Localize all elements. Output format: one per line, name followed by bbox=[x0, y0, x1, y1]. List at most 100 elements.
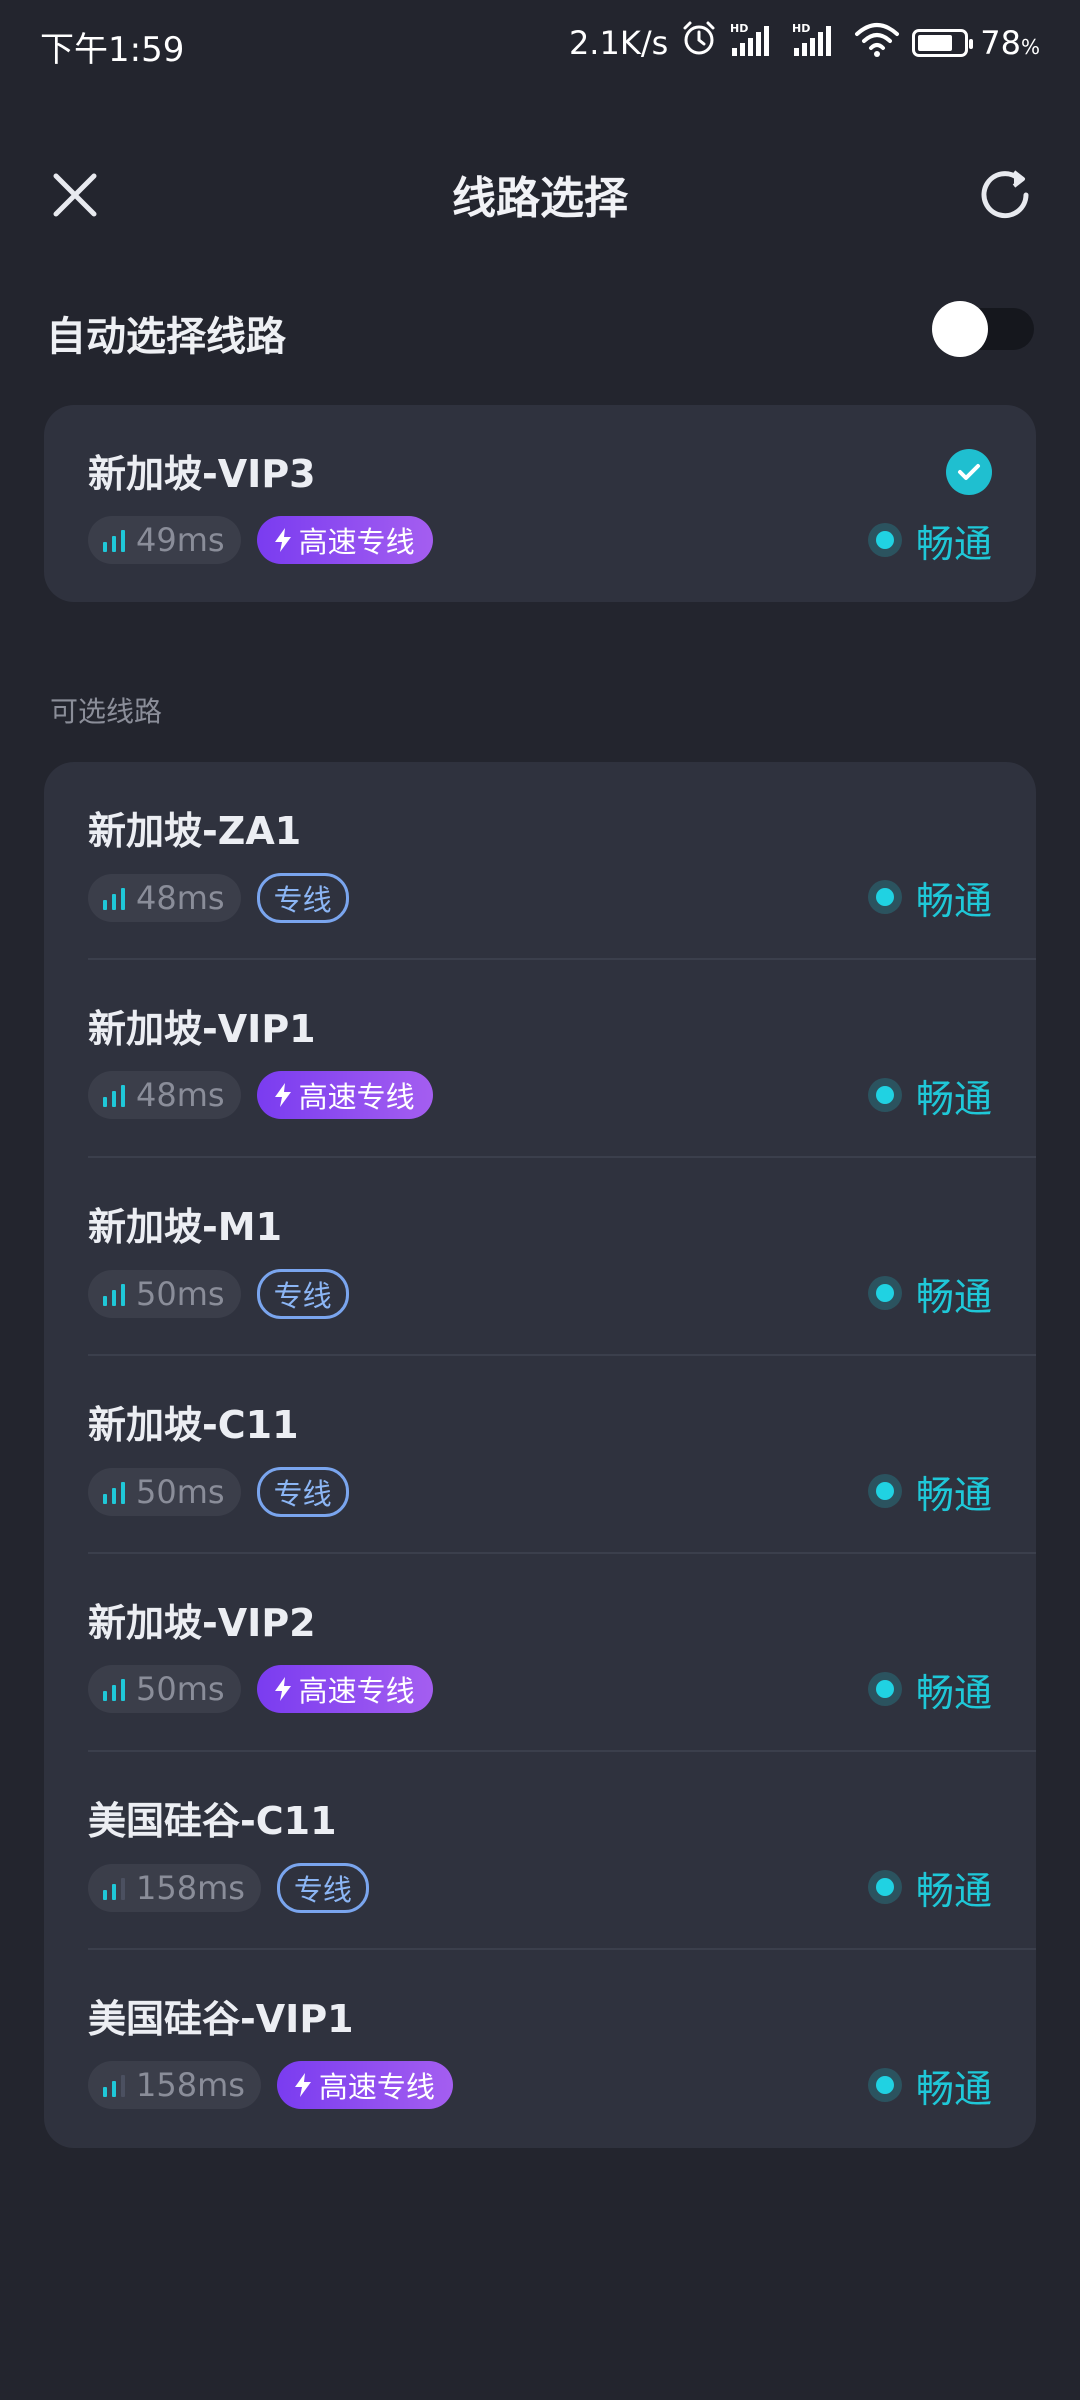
line-status: 畅通 bbox=[867, 1467, 992, 1517]
line-name: 美国硅谷-C11 bbox=[88, 1799, 337, 1843]
line-item[interactable]: 新加坡-ZA1 48ms 专线 畅通 bbox=[44, 762, 1036, 960]
line-name: 新加坡-ZA1 bbox=[88, 809, 302, 853]
line-item[interactable]: 新加坡-C11 50ms 专线 畅通 bbox=[44, 1356, 1036, 1554]
line-tag: 专线 bbox=[256, 873, 349, 923]
lightning-icon bbox=[274, 1083, 291, 1107]
latency-value: 48ms bbox=[136, 879, 225, 917]
status-time: 下午1:59 bbox=[40, 30, 185, 70]
tag-label: 高速专线 bbox=[298, 1674, 415, 1708]
status-dot-icon bbox=[867, 880, 902, 914]
lightning-icon bbox=[274, 528, 291, 552]
line-item[interactable]: 美国硅谷-C11 158ms 专线 畅通 bbox=[44, 1752, 1036, 1950]
wifi-icon bbox=[854, 20, 900, 66]
latency-value: 48ms bbox=[136, 1076, 225, 1114]
line-item[interactable]: 新加坡-VIP2 50ms 高速专线 畅通 bbox=[44, 1554, 1036, 1752]
signal-icon: HD bbox=[792, 20, 842, 66]
line-tag: 专线 bbox=[276, 1863, 369, 1913]
signal-bars-icon bbox=[103, 1878, 125, 1900]
status-label: 畅通 bbox=[915, 1670, 992, 1715]
status-dot-icon bbox=[867, 1870, 902, 1904]
status-label: 畅通 bbox=[915, 521, 992, 566]
current-line[interactable]: 新加坡-VIP3 49ms 高速专线 畅通 bbox=[44, 405, 1036, 602]
battery-level bbox=[918, 35, 953, 51]
line-status: 畅通 bbox=[867, 1269, 992, 1319]
page-title: 线路选择 bbox=[452, 173, 628, 224]
status-dot-icon bbox=[867, 1474, 902, 1508]
status-label: 畅通 bbox=[915, 2066, 992, 2111]
line-status: 畅通 bbox=[867, 1863, 992, 1913]
line-tag: 专线 bbox=[256, 1269, 349, 1319]
line-status: 畅通 bbox=[867, 2061, 992, 2111]
signal-bars-icon bbox=[103, 1085, 125, 1107]
battery-percent: 78% bbox=[980, 24, 1040, 62]
line-name: 新加坡-VIP1 bbox=[88, 1007, 316, 1051]
auto-select-label: 自动选择线路 bbox=[46, 314, 286, 360]
line-tag: 专线 bbox=[256, 1467, 349, 1517]
status-dot-icon bbox=[867, 1672, 902, 1706]
line-status: 畅通 bbox=[867, 516, 992, 566]
tag-label: 高速专线 bbox=[298, 1080, 415, 1114]
status-icons: 2.1K/s HD HD 78% bbox=[569, 20, 1040, 66]
battery-icon bbox=[912, 29, 974, 57]
line-status: 畅通 bbox=[867, 1071, 992, 1121]
line-status: 畅通 bbox=[867, 873, 992, 923]
latency-badge: 48ms bbox=[88, 874, 241, 922]
svg-text:HD: HD bbox=[730, 22, 748, 35]
line-meta: 50ms 专线 bbox=[88, 1467, 349, 1517]
latency-badge: 50ms bbox=[88, 1468, 241, 1516]
line-meta: 49ms 高速专线 bbox=[88, 516, 433, 564]
signal-bars-icon bbox=[103, 1284, 125, 1306]
latency-badge: 50ms bbox=[88, 1665, 241, 1713]
tag-label: 高速专线 bbox=[298, 525, 415, 559]
section-label: 可选线路 bbox=[50, 695, 163, 728]
status-label: 畅通 bbox=[915, 1274, 992, 1319]
latency-value: 50ms bbox=[136, 1670, 225, 1708]
tag-label: 高速专线 bbox=[318, 2070, 435, 2104]
line-name: 新加坡-VIP3 bbox=[88, 452, 316, 496]
line-meta: 158ms 高速专线 bbox=[88, 2061, 453, 2109]
line-name: 新加坡-C11 bbox=[88, 1403, 299, 1447]
signal-icon: HD bbox=[730, 20, 780, 66]
latency-badge: 158ms bbox=[88, 1864, 261, 1912]
vip-tag: 高速专线 bbox=[256, 1665, 433, 1713]
line-name: 新加坡-VIP2 bbox=[88, 1601, 316, 1645]
status-dot-icon bbox=[867, 2068, 902, 2102]
line-meta: 48ms 高速专线 bbox=[88, 1071, 433, 1119]
status-label: 畅通 bbox=[915, 1472, 992, 1517]
toggle-knob bbox=[932, 301, 988, 357]
status-label: 畅通 bbox=[915, 1076, 992, 1121]
vip-tag: 高速专线 bbox=[256, 516, 433, 564]
status-dot-icon bbox=[867, 1276, 902, 1310]
line-item[interactable]: 美国硅谷-VIP1 158ms 高速专线 畅通 bbox=[44, 1950, 1036, 2148]
status-label: 畅通 bbox=[915, 878, 992, 923]
line-name: 美国硅谷-VIP1 bbox=[88, 1997, 354, 2041]
status-dot-icon bbox=[867, 523, 902, 557]
signal-bars-icon bbox=[103, 1679, 125, 1701]
status-dot-icon bbox=[867, 1078, 902, 1112]
tag-label: 专线 bbox=[273, 883, 332, 917]
signal-bars-icon bbox=[103, 1482, 125, 1504]
tag-label: 专线 bbox=[273, 1279, 332, 1313]
line-item[interactable]: 新加坡-M1 50ms 专线 畅通 bbox=[44, 1158, 1036, 1356]
vip-tag: 高速专线 bbox=[276, 2061, 453, 2109]
latency-value: 50ms bbox=[136, 1275, 225, 1313]
line-name: 新加坡-M1 bbox=[88, 1205, 283, 1249]
signal-bars-icon bbox=[103, 2075, 125, 2097]
line-meta: 48ms 专线 bbox=[88, 873, 349, 923]
current-line-card[interactable]: 新加坡-VIP3 49ms 高速专线 畅通 bbox=[44, 405, 1036, 602]
tag-label: 专线 bbox=[293, 1873, 352, 1907]
refresh-icon bbox=[981, 170, 1029, 219]
latency-value: 50ms bbox=[136, 1473, 225, 1511]
latency-badge: 49ms bbox=[88, 516, 241, 564]
latency-value: 158ms bbox=[136, 2066, 245, 2104]
line-status: 畅通 bbox=[867, 1665, 992, 1715]
auto-select-row: 自动选择线路 bbox=[46, 290, 1034, 370]
vip-tag: 高速专线 bbox=[256, 1071, 433, 1119]
line-meta: 50ms 专线 bbox=[88, 1269, 349, 1319]
latency-badge: 48ms bbox=[88, 1071, 241, 1119]
tag-label: 专线 bbox=[273, 1477, 332, 1511]
refresh-button[interactable] bbox=[970, 160, 1040, 230]
auto-select-toggle[interactable] bbox=[932, 301, 1034, 357]
line-item[interactable]: 新加坡-VIP1 48ms 高速专线 畅通 bbox=[44, 960, 1036, 1158]
latency-value: 49ms bbox=[136, 521, 225, 559]
